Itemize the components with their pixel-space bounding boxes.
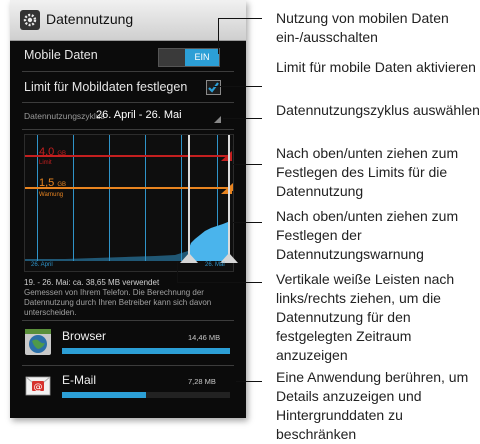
cycle-value[interactable]: 26. April - 26. Mai xyxy=(96,109,182,121)
app-name: Browser xyxy=(62,329,107,343)
app-size: 14,46 MB xyxy=(188,333,221,342)
axis-start-label: 26. April xyxy=(31,262,53,268)
warning-value: 1,5 GB xyxy=(39,177,67,189)
range-start-handle[interactable] xyxy=(180,253,198,263)
mobile-data-toggle[interactable]: EIN xyxy=(158,48,220,67)
callout-line xyxy=(236,381,262,382)
app-usage-fill xyxy=(62,348,230,354)
annotation-warning-drag: Nach oben/unten ziehen zum Festlegen der… xyxy=(276,208,459,262)
range-start-bar[interactable] xyxy=(188,135,190,259)
callout-line xyxy=(218,18,262,19)
phone-screen: Datennutzung Mobile Daten EIN Limit für … xyxy=(10,0,246,418)
title-bar: Datennutzung xyxy=(10,0,246,41)
mobile-data-row[interactable]: Mobile Daten EIN xyxy=(10,41,246,71)
browser-icon xyxy=(24,328,52,356)
annotation-limit-drag: Nach oben/unten ziehen zum Festlegen des… xyxy=(276,145,459,199)
range-end-bar[interactable] xyxy=(228,135,230,259)
usage-note: Gemessen von Ihrem Telefon. Die Berechnu… xyxy=(24,288,212,317)
email-icon: @ xyxy=(24,372,52,400)
annotation-limit: Limit für mobile Daten aktivieren xyxy=(276,59,476,75)
app-size: 7,28 MB xyxy=(188,377,216,386)
app-name: E-Mail xyxy=(62,373,97,387)
usage-area xyxy=(25,222,228,261)
divider xyxy=(22,129,234,130)
usage-summary: 19. - 26. Mai: ca. 38,65 MB verwendet xyxy=(24,278,160,287)
limit-checkbox[interactable] xyxy=(206,80,221,95)
usage-info: 19. - 26. Mai: ca. 38,65 MB verwendet Ge… xyxy=(24,278,236,318)
app-usage-bar xyxy=(62,348,230,354)
annotation-app-touch: Eine Anwendung berühren, um Details anzu… xyxy=(276,369,469,442)
callout-line xyxy=(232,191,233,222)
axis-end-label: 26. Mai xyxy=(205,262,225,268)
svg-text:@: @ xyxy=(34,383,43,393)
usage-chart: 4,0 GB Limit 1,5 GB Warnung 26. April 26… xyxy=(24,134,238,272)
annotation-cycle: Datennutzungszyklus auswählen xyxy=(276,102,480,118)
limit-text: Limit xyxy=(39,160,52,166)
cycle-label: Datennutzungszyklus xyxy=(24,111,105,121)
limit-label: Limit für Mobildaten festlegen xyxy=(24,80,188,94)
app-usage-bar xyxy=(62,392,230,398)
dropdown-arrow-icon[interactable] xyxy=(214,116,221,123)
app-usage-fill xyxy=(62,392,146,398)
limit-value: 4,0 GB xyxy=(39,146,67,158)
mobile-data-label: Mobile Daten xyxy=(24,48,98,62)
callout-line xyxy=(232,164,262,165)
callout-line xyxy=(223,118,262,119)
annotation-mobile-data: Nutzung von mobilen Daten ein-/ausschalt… xyxy=(276,10,449,45)
callout-line xyxy=(214,86,262,87)
cycle-row[interactable]: Datennutzungszyklus 26. April - 26. Mai xyxy=(10,103,246,129)
toggle-on-label: EIN xyxy=(185,49,219,66)
divider xyxy=(22,320,234,321)
callout-line xyxy=(218,18,219,54)
settings-gear-icon xyxy=(20,10,40,30)
callout-line xyxy=(177,262,178,282)
warning-text: Warnung xyxy=(39,192,64,198)
callout-line xyxy=(232,146,233,164)
callout-line xyxy=(177,282,262,283)
app-row-email[interactable]: @ E-Mail 7,28 MB xyxy=(10,366,246,411)
screen-title: Datennutzung xyxy=(46,11,134,27)
annotation-range-bars: Vertikale weiße Leisten nach links/recht… xyxy=(276,271,455,363)
limit-row[interactable]: Limit für Mobildaten festlegen xyxy=(10,72,246,102)
callout-line xyxy=(232,222,262,223)
app-row-browser[interactable]: Browser 14,46 MB xyxy=(10,322,246,367)
